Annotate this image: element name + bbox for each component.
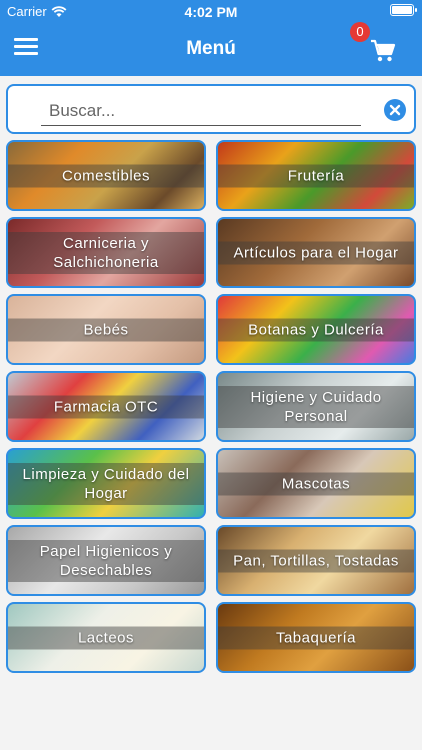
category-label: Pan, Tortillas, Tostadas (218, 549, 414, 572)
search-bar (6, 84, 416, 134)
app-header: Carrier 4:02 PM Menú 0 (0, 0, 422, 76)
category-label: Frutería (218, 164, 414, 187)
category-tile-farmacia[interactable]: Farmacia OTC (6, 371, 206, 442)
category-tile-botanas[interactable]: Botanas y Dulcería (216, 294, 416, 365)
category-tile-pan[interactable]: Pan, Tortillas, Tostadas (216, 525, 416, 596)
category-tile-lacteos[interactable]: Lacteos (6, 602, 206, 673)
category-label: Farmacia OTC (8, 395, 204, 418)
category-label: Limpieza y Cuidado del Hogar (8, 462, 204, 505)
category-label: Papel Higienicos y Desechables (8, 539, 204, 582)
category-label: Carniceria y Salchichoneria (8, 231, 204, 274)
category-tile-bebes[interactable]: Bebés (6, 294, 206, 365)
category-label: Lacteos (8, 626, 204, 649)
battery-icon (390, 4, 417, 16)
category-tile-tabaqueria[interactable]: Tabaquería (216, 602, 416, 673)
category-tile-comestibles[interactable]: Comestibles (6, 140, 206, 211)
category-label: Artículos para el Hogar (218, 241, 414, 264)
category-label: Comestibles (8, 164, 204, 187)
status-time: 4:02 PM (184, 4, 238, 20)
search-input[interactable] (41, 96, 361, 126)
category-tile-hogar[interactable]: Artículos para el Hogar (216, 217, 416, 288)
navbar: Menú 0 (0, 22, 422, 76)
category-tile-limpieza[interactable]: Limpieza y Cuidado del Hogar (6, 448, 206, 519)
category-tile-carniceria[interactable]: Carniceria y Salchichoneria (6, 217, 206, 288)
category-label: Tabaquería (218, 626, 414, 649)
clear-search-icon[interactable] (384, 99, 406, 121)
category-label: Botanas y Dulcería (218, 318, 414, 341)
category-label: Mascotas (218, 472, 414, 495)
category-label: Bebés (8, 318, 204, 341)
category-tile-papel[interactable]: Papel Higienicos y Desechables (6, 525, 206, 596)
category-tile-higiene[interactable]: Higiene y Cuidado Personal (216, 371, 416, 442)
category-tile-fruteria[interactable]: Frutería (216, 140, 416, 211)
category-label: Higiene y Cuidado Personal (218, 385, 414, 428)
category-grid: Comestibles Frutería Carniceria y Salchi… (6, 140, 416, 673)
status-bar: Carrier 4:02 PM (0, 0, 422, 22)
cart-count-badge: 0 (350, 22, 370, 42)
category-tile-mascotas[interactable]: Mascotas (216, 448, 416, 519)
shopping-cart-icon[interactable] (370, 39, 396, 63)
